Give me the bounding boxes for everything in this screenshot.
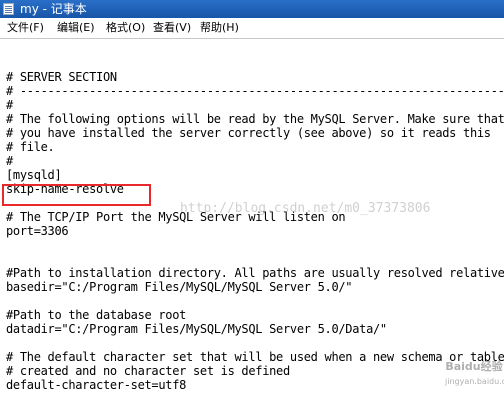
badge-brand: Baidu经验 [445,360,503,373]
menu-format[interactable]: 格式(O) [106,18,145,38]
notepad-window: my - 记事本 文件(F) 编辑(E) 格式(O) 查看(V) 帮助(H) #… [0,0,504,399]
title-bar[interactable]: my - 记事本 [0,0,504,18]
text-line: basedir="C:/Program Files/MySQL/MySQL Se… [6,280,353,294]
text-line: # you have installed the server correctl… [6,126,491,140]
text-line: #Path to installation directory. All pat… [6,266,504,280]
window-title: my - 记事本 [20,2,87,16]
menu-file[interactable]: 文件(F) [7,18,44,38]
badge-url: jingyan.baidu.com [445,377,504,386]
text-line: # created and no character set is define… [6,364,290,378]
text-line: port=3306 [6,224,69,238]
menu-help[interactable]: 帮助(H) [200,18,239,38]
watermark-text: http://blog.csdn.net/m0_37373806 [180,201,431,216]
text-line: # --------------------------------------… [6,84,504,98]
baidu-jingyan-badge: Baidu经验 jingyan.baidu.com [445,357,504,397]
text-line: # The default character set that will be… [6,350,504,364]
text-line: # [6,98,13,112]
menu-edit[interactable]: 编辑(E) [57,18,95,38]
notepad-icon [3,3,14,15]
text-editor-area[interactable]: # SERVER SECTION # ---------------------… [0,39,504,399]
text-line: [mysqld] [6,168,62,182]
menu-bar: 文件(F) 编辑(E) 格式(O) 查看(V) 帮助(H) [0,18,504,38]
text-line: # SERVER SECTION [6,70,117,84]
text-line: # [6,154,13,168]
text-line: # The following options will be read by … [6,112,504,126]
menu-view[interactable]: 查看(V) [153,18,191,38]
text-line: datadir="C:/Program Files/MySQL/MySQL Se… [6,322,387,336]
text-line: #Path to the database root [6,308,187,322]
red-highlight-box [2,184,151,206]
text-line: # file. [6,140,55,154]
text-line: default-character-set=utf8 [6,378,187,392]
